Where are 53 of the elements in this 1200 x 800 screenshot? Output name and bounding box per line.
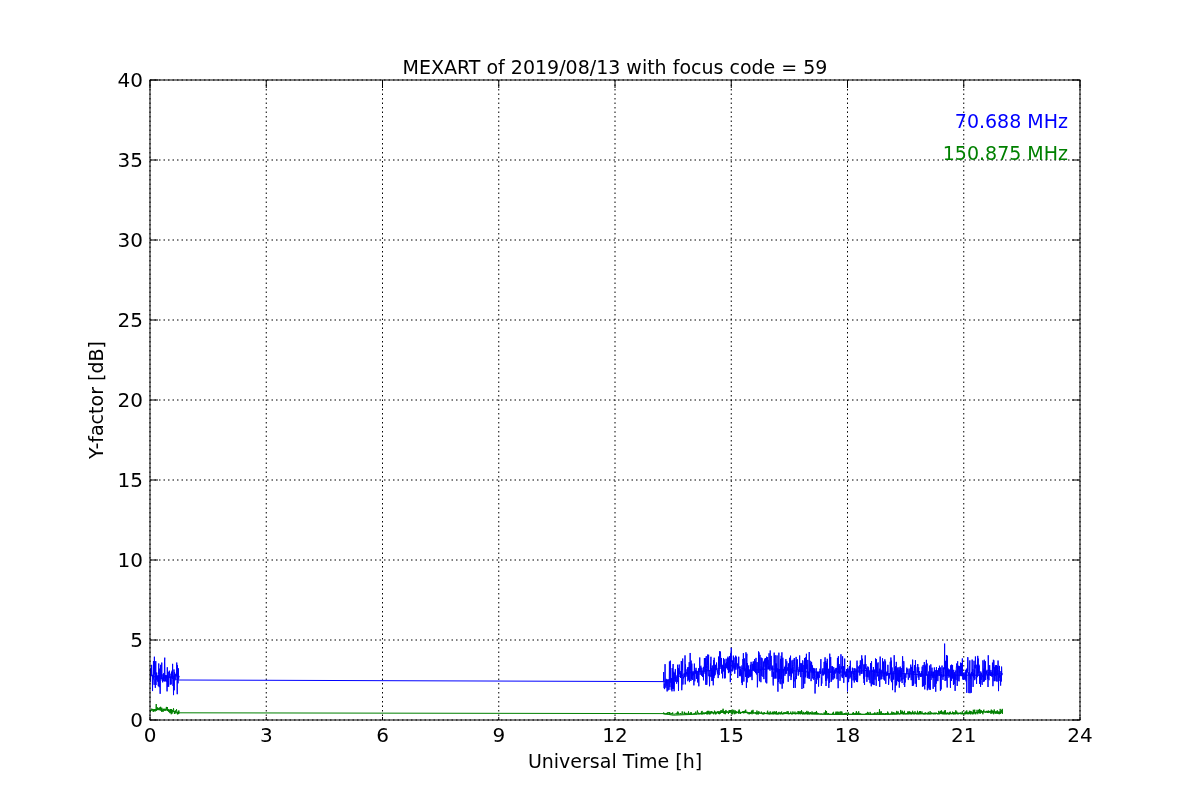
x-tick-label: 9 xyxy=(492,723,506,747)
tick-mark xyxy=(730,79,732,89)
signal-noise-drawing xyxy=(150,703,180,715)
y-tick-label: 0 xyxy=(130,708,143,732)
tick-mark xyxy=(963,716,965,721)
x-tick-label: 18 xyxy=(834,723,861,747)
tick-mark xyxy=(149,239,159,241)
tick-mark xyxy=(614,716,616,721)
y-tick-label: 40 xyxy=(117,68,143,92)
tick-mark xyxy=(149,479,159,481)
chart-title: MEXART of 2019/08/13 with focus code = 59 xyxy=(402,56,828,78)
legend-label: 70.688 MHz xyxy=(954,110,1068,132)
signal-noise-drawing xyxy=(150,656,180,696)
x-tick-label: 6 xyxy=(376,723,389,747)
tick-mark xyxy=(149,399,159,401)
tick-mark xyxy=(1071,319,1081,321)
x-tick-label: 15 xyxy=(718,723,744,747)
tick-mark xyxy=(1071,239,1081,241)
tick-mark xyxy=(265,716,267,721)
y-axis-label: Y-factor [dB] xyxy=(85,341,107,459)
y-tick-label: 35 xyxy=(117,148,143,172)
x-tick-label: 0 xyxy=(143,723,157,747)
tick-mark xyxy=(1071,159,1081,161)
tick-mark xyxy=(498,716,500,721)
y-tick-label: 20 xyxy=(117,388,143,412)
tick-mark xyxy=(847,716,848,721)
x-tick-label: 3 xyxy=(259,723,273,747)
tick-mark xyxy=(149,639,159,641)
tick-mark xyxy=(498,79,500,89)
legend-label: 150.875 MHz xyxy=(942,142,1068,164)
y-tick-label: 15 xyxy=(117,468,143,492)
tick-mark xyxy=(963,79,965,89)
y-tick-label: 25 xyxy=(117,308,143,332)
tick-mark xyxy=(149,159,159,161)
tick-mark xyxy=(847,79,848,89)
tick-mark xyxy=(382,79,383,89)
x-tick-label: 24 xyxy=(1067,723,1093,747)
tick-mark xyxy=(1071,559,1081,561)
tick-mark xyxy=(265,79,267,89)
tick-mark xyxy=(382,716,383,721)
x-tick-label: 12 xyxy=(602,723,628,747)
x-tick-label: 21 xyxy=(951,723,977,747)
x-axis-label: Universal Time [h] xyxy=(527,750,703,772)
tick-mark xyxy=(614,79,616,89)
y-tick-label: 5 xyxy=(130,628,143,652)
y-tick-label: 30 xyxy=(117,228,143,252)
tick-mark xyxy=(730,716,732,721)
tick-mark xyxy=(1071,399,1081,401)
tick-mark xyxy=(1071,639,1081,641)
tick-mark xyxy=(1071,479,1081,481)
y-tick-label: 10 xyxy=(117,548,143,572)
tick-mark xyxy=(149,319,159,321)
tick-mark xyxy=(149,559,159,561)
